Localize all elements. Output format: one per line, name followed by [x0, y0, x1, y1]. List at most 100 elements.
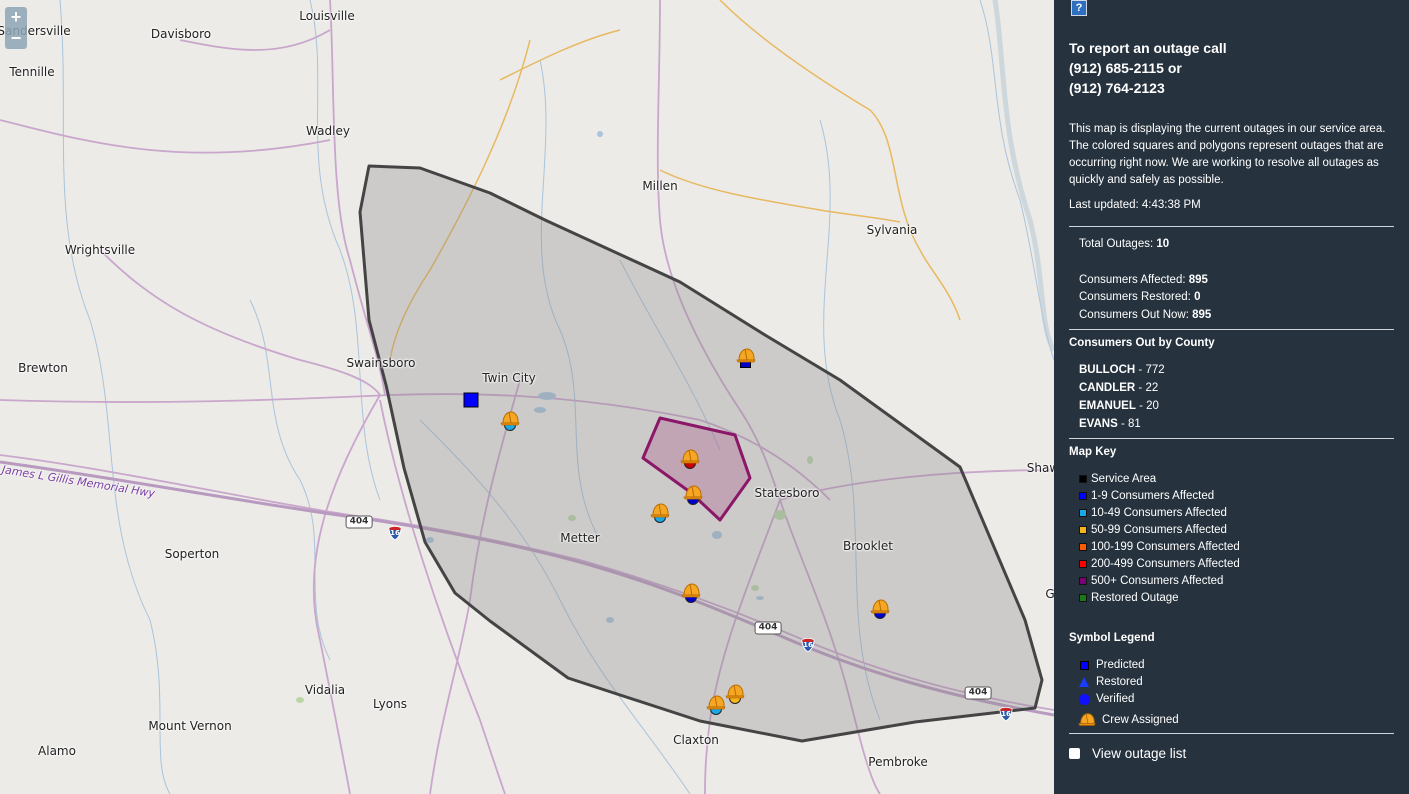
- place-label: Statesboro: [754, 486, 820, 500]
- color-swatch: [1079, 526, 1087, 534]
- place-label: Vidalia: [304, 683, 346, 697]
- symbol-legend-item: Restored: [1078, 676, 1143, 688]
- report-phone-1: (912) 685-2115 or: [1069, 60, 1182, 76]
- county-row: EMANUEL - 20: [1079, 400, 1159, 412]
- place-label: Swainsboro: [346, 356, 416, 370]
- color-swatch: [1079, 492, 1087, 500]
- divider: [1069, 329, 1394, 330]
- map-key-item: 50-99 Consumers Affected: [1079, 524, 1227, 536]
- basemap: [0, 0, 1054, 794]
- view-outage-list-checkbox[interactable]: [1069, 748, 1080, 759]
- divider: [1069, 438, 1394, 439]
- crew-assigned-outage-marker[interactable]: [500, 409, 520, 434]
- place-label: Twin City: [482, 371, 536, 385]
- crew-assigned-outage-marker[interactable]: [736, 346, 756, 371]
- map-key-item: Service Area: [1079, 473, 1156, 485]
- help-button[interactable]: ?: [1071, 0, 1087, 16]
- color-swatch: [1079, 577, 1087, 585]
- report-phone-block: To report an outage call (912) 685-2115 …: [1069, 38, 1227, 98]
- place-label: Louisville: [299, 9, 355, 23]
- place-label: Davisboro: [150, 27, 212, 41]
- crew-assigned-outage-marker[interactable]: [706, 693, 726, 718]
- color-swatch: [1079, 594, 1087, 602]
- hard-hat-icon: [706, 693, 726, 718]
- county-header: Consumers Out by County: [1069, 337, 1215, 349]
- color-swatch: [1079, 475, 1087, 483]
- hard-hat-icon: [870, 597, 890, 622]
- place-label: Pembroke: [868, 755, 928, 769]
- place-label: Tennille: [9, 65, 55, 79]
- place-label: Alamo: [38, 744, 76, 758]
- info-panel: ? To report an outage call (912) 685-211…: [1054, 0, 1409, 794]
- square-icon: [1078, 659, 1090, 671]
- interstate-shield: 16: [801, 638, 815, 653]
- consumers-out-now: Consumers Out Now: 895: [1079, 309, 1212, 321]
- map-description: This map is displaying the current outag…: [1069, 123, 1386, 186]
- symbol-legend-item: Predicted: [1078, 659, 1145, 671]
- map-key-item: 500+ Consumers Affected: [1079, 575, 1223, 587]
- divider: [1069, 733, 1394, 734]
- zoom-in-button[interactable]: +: [5, 7, 27, 28]
- hard-hat-icon: [500, 409, 520, 434]
- place-label: Brewton: [18, 361, 68, 375]
- route-shield: 404: [754, 621, 782, 635]
- color-swatch: [1079, 543, 1087, 551]
- report-phone-2: (912) 764-2123: [1069, 80, 1165, 96]
- hard-hat-icon: [725, 682, 745, 707]
- hard-hat-icon: [681, 581, 701, 606]
- crew-assigned-outage-marker[interactable]: [870, 597, 890, 622]
- place-label: Millen: [642, 179, 678, 193]
- county-row: EVANS - 81: [1079, 418, 1141, 430]
- county-row: CANDLER - 22: [1079, 382, 1159, 394]
- consumers-restored: Consumers Restored: 0: [1079, 291, 1201, 303]
- color-swatch: [1079, 560, 1087, 568]
- place-label: Metter: [560, 531, 600, 545]
- hard-hat-icon: [650, 501, 670, 526]
- hard-hat-icon: [736, 346, 756, 371]
- place-label: Brooklet: [843, 539, 893, 553]
- view-outage-list-toggle[interactable]: View outage list: [1069, 746, 1186, 761]
- triangle-icon: [1078, 676, 1090, 688]
- circle-icon: [1078, 693, 1090, 705]
- county-row: BULLOCH - 772: [1079, 364, 1165, 376]
- map-key-item: 10-49 Consumers Affected: [1079, 507, 1227, 519]
- predicted-outage-marker[interactable]: [463, 392, 479, 408]
- crew-assigned-outage-marker[interactable]: [683, 483, 703, 508]
- outage-map[interactable]: Louisville Sandersville Davisboro Tennille W…: [0, 0, 1054, 794]
- symbol-legend-item: Verified: [1078, 693, 1134, 705]
- symbol-legend-header: Symbol Legend: [1069, 632, 1155, 644]
- interstate-shield: 16: [999, 707, 1013, 722]
- hard-hat-icon: [1078, 711, 1096, 729]
- place-label: Wrightsville: [64, 243, 136, 257]
- consumers-affected: Consumers Affected: 895: [1079, 274, 1208, 286]
- divider: [1069, 226, 1394, 227]
- map-key-header: Map Key: [1069, 446, 1117, 458]
- place-label: Shaw: [1026, 461, 1054, 475]
- place-label: Mount Vernon: [148, 719, 232, 733]
- place-label: G: [1045, 587, 1054, 601]
- last-updated: Last updated: 4:43:38 PM: [1069, 199, 1201, 211]
- map-key-item: Restored Outage: [1079, 592, 1179, 604]
- hard-hat-icon: [683, 483, 703, 508]
- total-outages: Total Outages: 10: [1079, 238, 1170, 250]
- place-label: Claxton: [673, 733, 719, 747]
- map-key-item: 1-9 Consumers Affected: [1079, 490, 1214, 502]
- crew-assigned-outage-marker[interactable]: [681, 581, 701, 606]
- place-label: Sylvania: [866, 223, 918, 237]
- view-outage-list-label: View outage list: [1092, 746, 1187, 761]
- place-label: Soperton: [164, 547, 220, 561]
- route-shield: 404: [964, 686, 992, 700]
- zoom-out-button[interactable]: −: [5, 28, 27, 49]
- crew-assigned-outage-marker[interactable]: [680, 447, 700, 472]
- hard-hat-icon: [680, 447, 700, 472]
- map-key-item: 100-199 Consumers Affected: [1079, 541, 1240, 553]
- interstate-shield: 16: [388, 526, 402, 541]
- symbol-legend-item: Crew Assigned: [1078, 711, 1179, 729]
- color-swatch: [1079, 509, 1087, 517]
- route-shield: 404: [345, 515, 373, 529]
- crew-assigned-outage-marker[interactable]: [650, 501, 670, 526]
- place-label: Lyons: [373, 697, 407, 711]
- place-label: Wadley: [306, 124, 350, 138]
- map-key-item: 200-499 Consumers Affected: [1079, 558, 1240, 570]
- crew-assigned-outage-marker[interactable]: [725, 682, 745, 707]
